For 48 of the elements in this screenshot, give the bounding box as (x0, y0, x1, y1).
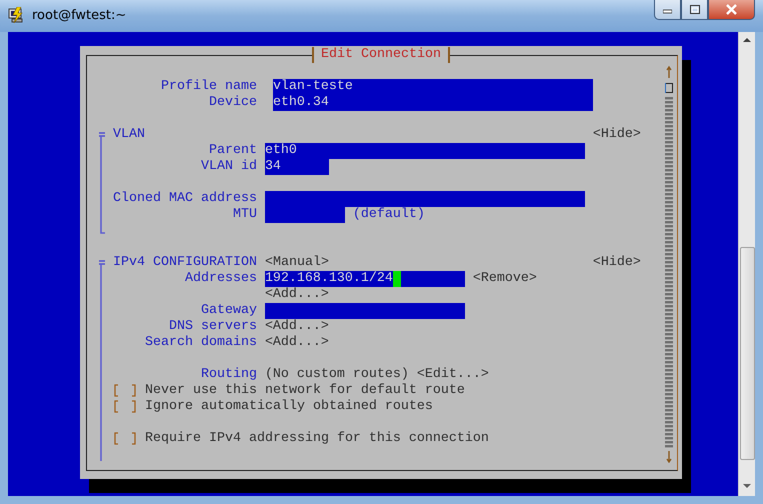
close-icon (726, 4, 737, 15)
input-field[interactable]: 192.168.130.1/24 (264, 271, 465, 287)
field-label: Gateway (200, 303, 257, 319)
close-button[interactable] (708, 0, 755, 20)
checkbox[interactable] (113, 431, 137, 447)
field-label: Profile name (160, 79, 257, 95)
field-label: Search domains (144, 335, 257, 351)
checkbox-label: Never use this network for default route (144, 383, 465, 399)
maximize-button[interactable] (681, 0, 708, 20)
field-label: VLAN id (200, 159, 257, 175)
input-field[interactable]: eth0 (264, 143, 585, 159)
scroll-thumb[interactable] (740, 247, 755, 460)
edit-button[interactable]: <Edit...> (416, 367, 489, 383)
hide-button[interactable]: <Hide> (592, 127, 641, 143)
scrollbar[interactable] (665, 63, 673, 463)
checkbox-label: Ignore automatically obtained routes (144, 399, 433, 415)
input-field[interactable] (264, 207, 345, 223)
add-button[interactable]: <Add...> (264, 319, 329, 335)
remove-button[interactable]: <Remove> (472, 271, 537, 287)
field-label: Routing (200, 367, 257, 383)
app-icon (8, 7, 24, 23)
routing-status: (No custom routes) (264, 367, 409, 383)
section-title: IPv4 CONFIGURATION (113, 255, 258, 271)
field-label: Addresses (184, 271, 257, 287)
field-label: DNS servers (168, 319, 257, 335)
add-button[interactable]: <Add...> (264, 335, 329, 351)
input-field[interactable]: vlan-teste (272, 79, 593, 95)
input-field[interactable]: 34 (264, 159, 329, 175)
maximize-icon (690, 5, 700, 14)
hide-button[interactable]: <Hide> (592, 255, 641, 271)
field-label: MTU (232, 207, 257, 223)
input-field[interactable]: eth0.34 (272, 95, 593, 111)
input-field[interactable] (264, 303, 465, 319)
field-label: Cloned MAC address (113, 191, 257, 207)
scrollbar[interactable] (738, 32, 755, 496)
window-title: root@fwtest:~ (32, 8, 126, 22)
field-label: Device (208, 95, 257, 111)
field-label: Parent (208, 143, 257, 159)
checkbox[interactable] (113, 383, 137, 399)
hint-text: (default) (352, 207, 425, 223)
section-title: VLAN (113, 127, 146, 143)
mode-button[interactable]: <Manual> (264, 255, 329, 271)
add-button[interactable]: <Add...> (264, 287, 329, 303)
checkbox-label: Require IPv4 addressing for this connection (144, 431, 489, 447)
checkbox[interactable] (113, 399, 137, 415)
minimize-button[interactable] (654, 0, 681, 20)
input-field[interactable] (264, 191, 585, 207)
dialog-title: Edit Connection (312, 47, 450, 63)
